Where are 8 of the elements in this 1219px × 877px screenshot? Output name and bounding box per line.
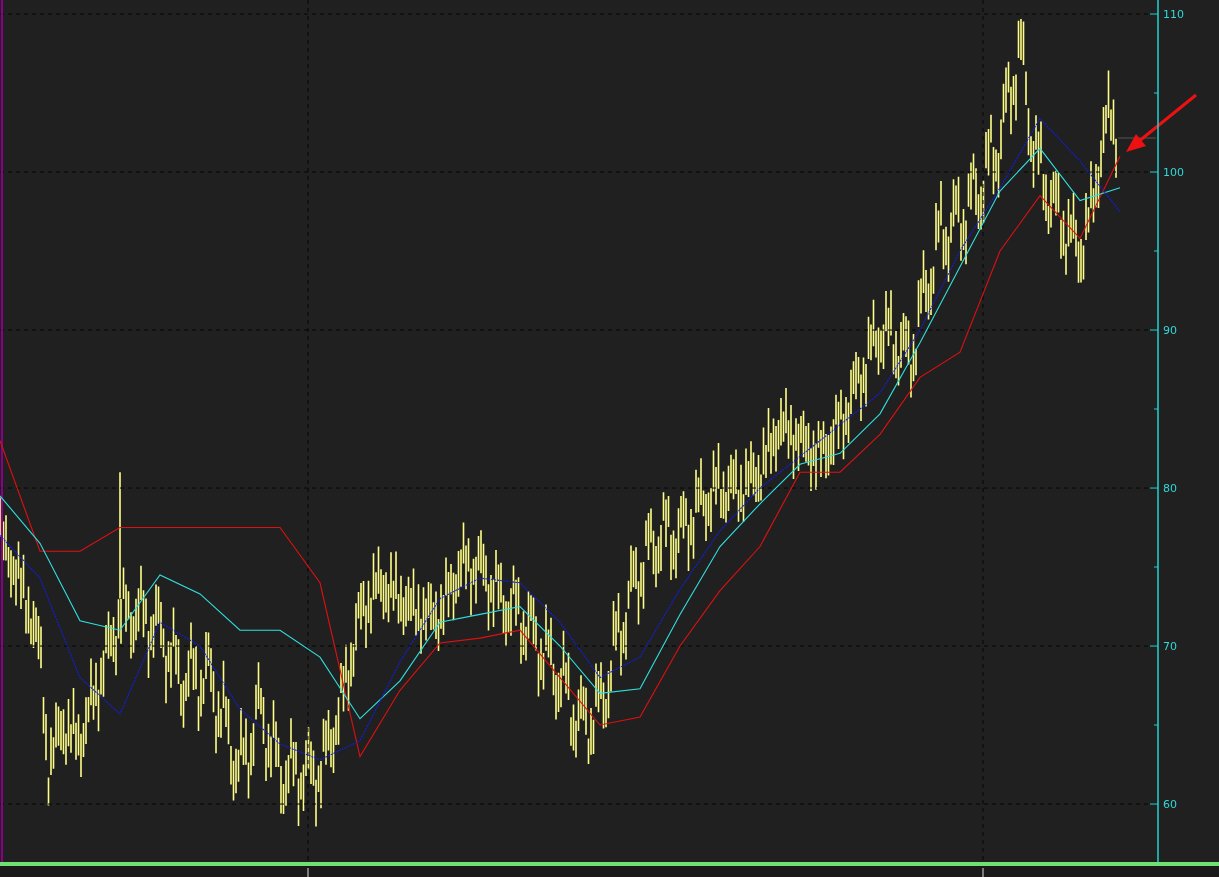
- axis-label: 60: [1163, 798, 1177, 812]
- axis-label: 100: [1163, 166, 1184, 179]
- axis-label: 110: [1163, 8, 1184, 21]
- last-price-line: [1117, 137, 1157, 139]
- axis-label: 80: [1163, 482, 1177, 496]
- pointer-arrow-icon: [1126, 93, 1197, 152]
- axis-label: 70: [1163, 640, 1177, 654]
- axis-label: 90: [1163, 324, 1177, 338]
